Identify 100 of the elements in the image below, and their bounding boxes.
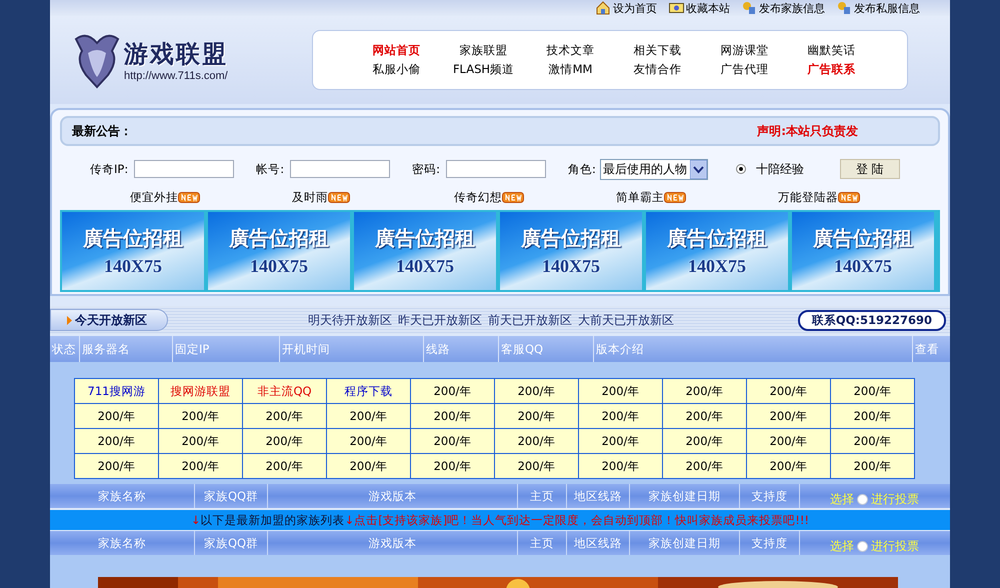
- table-cell[interactable]: 200/年: [411, 379, 495, 404]
- contact-qq: 联系QQ:519227690: [798, 310, 946, 330]
- table-cell[interactable]: 200/年: [495, 379, 579, 404]
- table-cell[interactable]: 200/年: [747, 379, 831, 404]
- top-link[interactable]: 收藏本站: [669, 0, 730, 16]
- top-link[interactable]: 设为首页: [596, 0, 657, 16]
- field-label: 密码:: [412, 162, 440, 176]
- table-cell[interactable]: 200/年: [747, 429, 831, 454]
- table-cell[interactable]: 200/年: [495, 454, 579, 479]
- table-cell[interactable]: 200/年: [831, 379, 915, 404]
- column-header: 主页: [518, 484, 567, 508]
- table-cell[interactable]: 711搜网游: [75, 379, 159, 404]
- tab-link[interactable]: 大前天已开放新区: [578, 312, 674, 328]
- nav-link[interactable]: 相关下载: [614, 43, 701, 58]
- triangle-icon: [67, 316, 72, 324]
- nav-link[interactable]: 激情MM: [527, 62, 614, 77]
- nav-link[interactable]: FLASH频道: [440, 62, 527, 77]
- table-cell[interactable]: 200/年: [327, 454, 411, 479]
- table-cell[interactable]: 200/年: [579, 454, 663, 479]
- pin-icon: [837, 1, 852, 15]
- ad-banner[interactable]: 廣告位招租 140X75: [646, 212, 788, 290]
- ad-size: 140X75: [834, 256, 892, 277]
- new-badge-icon: [502, 192, 524, 202]
- ad-title: 廣告位招租: [521, 225, 621, 252]
- logo-url: http://www.711s.com/: [124, 70, 228, 82]
- column-header: 家族名称: [50, 484, 195, 508]
- input-field[interactable]: [290, 160, 390, 178]
- login-button[interactable]: 登 陆: [840, 159, 900, 179]
- notice-statement: 声明:本站只负责发: [757, 122, 858, 140]
- field-label: 角色:: [568, 162, 596, 176]
- table-cell[interactable]: 200/年: [495, 404, 579, 429]
- nav-link[interactable]: 友情合作: [614, 62, 701, 77]
- table-cell[interactable]: 200/年: [159, 429, 243, 454]
- table-cell[interactable]: 200/年: [75, 454, 159, 479]
- column-header: 游戏版本: [268, 484, 518, 508]
- nav-link[interactable]: 家族联盟: [440, 43, 527, 58]
- tab[interactable]: 今天开放新区: [50, 309, 168, 331]
- column-header: 家族创建日期: [630, 484, 740, 508]
- top-link[interactable]: 发布私服信息: [837, 0, 920, 16]
- tab-link[interactable]: 明天待开放新区: [308, 312, 392, 328]
- nav-link[interactable]: 广告代理: [701, 62, 788, 77]
- table-cell[interactable]: 200/年: [663, 429, 747, 454]
- table-cell[interactable]: 200/年: [579, 429, 663, 454]
- table-cell[interactable]: 200/年: [663, 379, 747, 404]
- top-link[interactable]: 发布家族信息: [742, 0, 825, 16]
- table-cell[interactable]: 200/年: [411, 429, 495, 454]
- input-field[interactable]: [446, 160, 546, 178]
- table-cell[interactable]: 非主流QQ: [243, 379, 327, 404]
- table-cell[interactable]: 程序下载: [327, 379, 411, 404]
- link[interactable]: 简单霸主: [616, 190, 664, 204]
- link[interactable]: 及时雨: [292, 190, 328, 204]
- link[interactable]: 万能登陆器: [778, 190, 838, 204]
- link[interactable]: 传奇幻想: [454, 190, 502, 204]
- tab-link[interactable]: 昨天已开放新区: [398, 312, 482, 328]
- nav-link[interactable]: 网游课堂: [701, 43, 788, 58]
- ad-banner[interactable]: 廣告位招租 140X75: [500, 212, 642, 290]
- ad-banner[interactable]: 廣告位招租 140X75: [792, 212, 934, 290]
- nav-link[interactable]: 广告联系: [788, 62, 875, 77]
- table-cell[interactable]: 200/年: [663, 404, 747, 429]
- table-cell[interactable]: 200/年: [75, 429, 159, 454]
- nav-link[interactable]: 私服小偷: [353, 62, 440, 77]
- table-cell[interactable]: 200/年: [411, 454, 495, 479]
- role-dropdown[interactable]: 最后使用的人物: [600, 158, 708, 180]
- table-cell[interactable]: 200/年: [747, 404, 831, 429]
- table-cell[interactable]: 搜网游联盟: [159, 379, 243, 404]
- ad-banner[interactable]: 廣告位招租 140X75: [62, 212, 204, 290]
- ad-banner[interactable]: 廣告位招租 140X75: [354, 212, 496, 290]
- link[interactable]: 便宜外挂: [130, 190, 178, 204]
- nav-link[interactable]: 网站首页: [353, 43, 440, 58]
- ad-title: 廣告位招租: [83, 225, 183, 252]
- nav-link[interactable]: 幽默笑话: [788, 43, 875, 58]
- table-cell[interactable]: 200/年: [579, 404, 663, 429]
- table-cell[interactable]: 200/年: [411, 404, 495, 429]
- table-cell[interactable]: 200/年: [243, 404, 327, 429]
- tab-link[interactable]: 前天已开放新区: [488, 312, 572, 328]
- nav-link[interactable]: 技术文章: [527, 43, 614, 58]
- table-cell[interactable]: 200/年: [831, 404, 915, 429]
- star-card-icon: [669, 1, 684, 15]
- table-cell[interactable]: 200/年: [159, 404, 243, 429]
- radio-button[interactable]: [857, 540, 868, 552]
- table-cell[interactable]: 200/年: [831, 454, 915, 479]
- table-cell[interactable]: 200/年: [327, 429, 411, 454]
- table-cell[interactable]: 200/年: [579, 379, 663, 404]
- radio-button[interactable]: [736, 164, 746, 174]
- table-cell[interactable]: 200/年: [663, 454, 747, 479]
- radio-button[interactable]: [857, 494, 868, 504]
- table-cell[interactable]: 200/年: [159, 454, 243, 479]
- ad-title: 廣告位招租: [667, 225, 767, 252]
- table-cell[interactable]: 200/年: [747, 454, 831, 479]
- table-cell[interactable]: 200/年: [75, 404, 159, 429]
- column-header: 地区线路: [567, 484, 630, 508]
- table-cell[interactable]: 200/年: [495, 429, 579, 454]
- new-badge-icon: [838, 192, 860, 202]
- table-cell[interactable]: 200/年: [243, 429, 327, 454]
- table-cell[interactable]: 200/年: [831, 429, 915, 454]
- ad-banner[interactable]: 廣告位招租 140X75: [208, 212, 350, 290]
- table-cell[interactable]: 200/年: [243, 454, 327, 479]
- table-cell[interactable]: 200/年: [327, 404, 411, 429]
- input-field[interactable]: [134, 160, 234, 178]
- ad-title: 廣告位招租: [229, 225, 329, 252]
